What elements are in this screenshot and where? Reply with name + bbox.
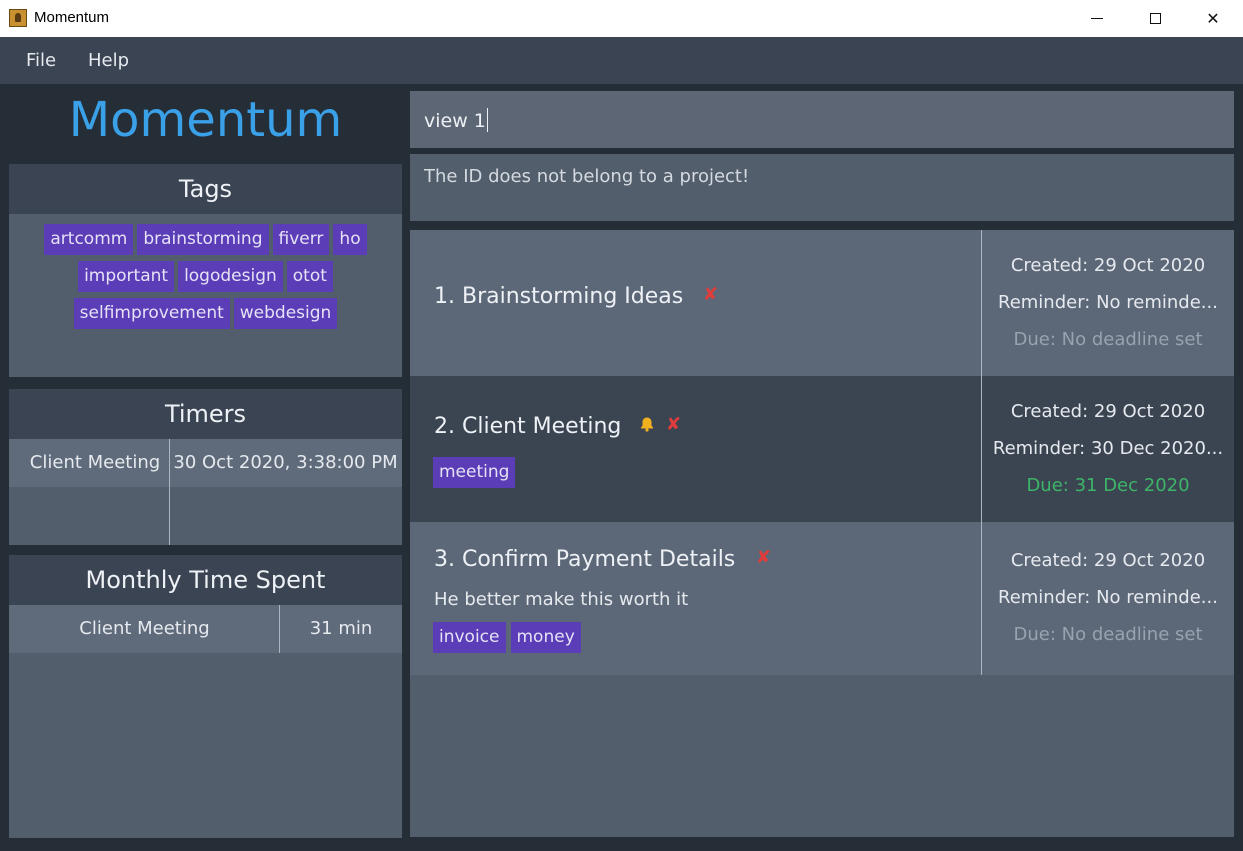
result-display: The ID does not belong to a project! (410, 154, 1234, 221)
minimize-button[interactable] (1068, 0, 1126, 37)
timer-start-time: 30 Oct 2020, 3:38:00 PM (173, 452, 398, 473)
menu-file[interactable]: File (26, 50, 56, 71)
monthly-time-panel-title: Monthly Time Spent (9, 555, 402, 605)
column-divider (169, 439, 170, 545)
time-spent-duration: 31 min (309, 618, 373, 639)
maximize-button[interactable] (1126, 0, 1184, 37)
command-value: view 1 (424, 110, 486, 132)
text-caret (486, 108, 488, 132)
timers-panel: Timers Client Meeting 30 Oct 2020, 3:38:… (9, 389, 402, 545)
column-divider (279, 605, 280, 653)
tag-chip: webdesign (233, 298, 338, 329)
reminder-date: Reminder: 30 Dec 2020... (992, 438, 1224, 459)
tags-panel-title: Tags (9, 164, 402, 214)
created-date: Created: 29 Oct 2020 (1010, 550, 1206, 571)
command-input-text: view 1 (424, 108, 488, 132)
app-logo-text: Momentum (68, 92, 343, 148)
command-input[interactable]: view 1 (410, 91, 1234, 148)
app-icon (9, 9, 27, 27)
tag-chip: ho (333, 224, 367, 255)
project-card[interactable]: 2. Client Meeting ✘ meeting Created: 29 … (410, 376, 1234, 522)
cross-icon: ✘ (666, 414, 682, 435)
project-description: He better make this worth it (434, 589, 689, 610)
created-date: Created: 29 Oct 2020 (1010, 255, 1206, 276)
tag-chip: money (510, 622, 581, 653)
tag-chip: fiverr (272, 224, 330, 255)
timer-name: Client Meeting (29, 452, 161, 473)
cross-icon: ✘ (756, 547, 772, 568)
project-title: 3. Confirm Payment Details (434, 547, 736, 572)
close-button[interactable]: ✕ (1184, 0, 1242, 37)
menu-help[interactable]: Help (88, 50, 129, 71)
reminder-date: Reminder: No reminde... (998, 587, 1218, 608)
close-icon: ✕ (1206, 9, 1220, 28)
tag-chip: meeting (433, 457, 516, 488)
minimize-icon (1091, 18, 1103, 19)
tag-chip: artcomm (44, 224, 134, 255)
tag-chip: brainstorming (137, 224, 269, 255)
project-card[interactable]: 1. Brainstorming Ideas ✘ Created: 29 Oct… (410, 230, 1234, 376)
project-title: 2. Client Meeting (434, 414, 622, 439)
tags-panel: Tags artcomm brainstorming fiverr ho import… (9, 164, 402, 377)
menu-bar: File Help (0, 37, 1243, 84)
reminder-date: Reminder: No reminde... (998, 292, 1218, 313)
project-title: 1. Brainstorming Ideas (434, 284, 684, 309)
cross-icon: ✘ (703, 284, 719, 305)
tag-chip: logodesign (178, 261, 283, 292)
time-spent-row[interactable]: Client Meeting 31 min (9, 605, 402, 653)
project-tags: invoice money (433, 622, 586, 653)
tag-chip: selfimprovement (73, 298, 230, 329)
project-tags: meeting (433, 457, 520, 488)
created-date: Created: 29 Oct 2020 (1010, 401, 1206, 422)
monthly-time-panel: Monthly Time Spent Client Meeting 31 min (9, 555, 402, 838)
title-bar: Momentum ✕ (0, 0, 1243, 37)
tag-chip: important (78, 261, 175, 292)
timer-row[interactable]: Client Meeting 30 Oct 2020, 3:38:00 PM (9, 439, 402, 487)
due-date: Due: No deadline set (1013, 624, 1203, 645)
tag-cloud: artcomm brainstorming fiverr ho important lo… (9, 214, 402, 335)
tag-chip: otot (286, 261, 333, 292)
time-spent-name: Client Meeting (79, 618, 210, 639)
due-date: Due: No deadline set (1013, 329, 1203, 350)
result-message: The ID does not belong to a project! (424, 166, 750, 187)
maximize-icon (1149, 13, 1161, 24)
timers-panel-title: Timers (9, 389, 402, 439)
window-title: Momentum (34, 9, 110, 26)
project-card[interactable]: 3. Confirm Payment Details ✘ He better m… (410, 522, 1234, 675)
project-list: 1. Brainstorming Ideas ✘ Created: 29 Oct… (410, 230, 1234, 837)
due-date: Due: 31 Dec 2020 (1026, 475, 1190, 496)
bell-icon (641, 417, 653, 432)
tag-chip: invoice (433, 622, 506, 653)
